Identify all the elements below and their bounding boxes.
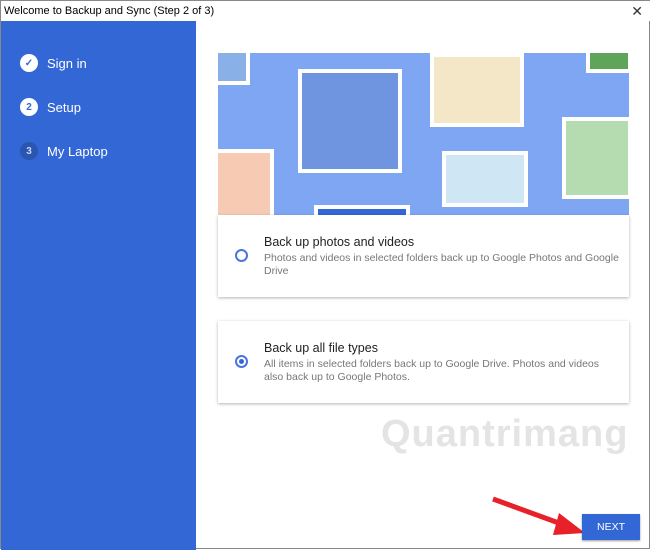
photos-illustration bbox=[218, 53, 629, 215]
photo-frame bbox=[562, 117, 629, 199]
option-all-file-types[interactable]: Back up all file types All items in sele… bbox=[218, 321, 629, 403]
close-icon[interactable]: ✕ bbox=[631, 3, 643, 20]
step-label: My Laptop bbox=[47, 143, 108, 159]
photo-frame bbox=[586, 53, 629, 73]
option-title: Back up photos and videos bbox=[264, 235, 415, 249]
photo-frame bbox=[218, 53, 250, 85]
step-number: 3 bbox=[20, 142, 38, 160]
step-label: Setup bbox=[47, 99, 81, 115]
next-button[interactable]: NEXT bbox=[582, 514, 640, 540]
photo-frame bbox=[442, 151, 528, 207]
step-label: Sign in bbox=[47, 55, 87, 71]
step-setup: 2 Setup bbox=[20, 98, 81, 116]
radio-all-file-types[interactable] bbox=[235, 355, 248, 368]
red-arrow-icon bbox=[492, 496, 585, 535]
radio-photos-videos[interactable] bbox=[235, 249, 248, 262]
option-photos-videos[interactable]: Back up photos and videos Photos and vid… bbox=[218, 215, 629, 297]
window-title: Welcome to Backup and Sync (Step 2 of 3) bbox=[4, 5, 215, 17]
option-description: Photos and videos in selected folders ba… bbox=[264, 252, 619, 277]
photo-frame bbox=[430, 53, 524, 127]
title-bar: Welcome to Backup and Sync (Step 2 of 3)… bbox=[1, 1, 650, 21]
step-my-laptop: 3 My Laptop bbox=[20, 142, 108, 160]
photo-frame bbox=[298, 69, 402, 173]
option-description: All items in selected folders back up to… bbox=[264, 358, 600, 383]
option-title: Back up all file types bbox=[264, 341, 378, 355]
step-number: 2 bbox=[20, 98, 38, 116]
photo-frame bbox=[314, 205, 410, 215]
check-icon: ✓ bbox=[20, 54, 38, 72]
watermark: Quantrimang bbox=[381, 413, 629, 455]
sidebar: ✓ Sign in 2 Setup 3 My Laptop bbox=[1, 21, 196, 550]
step-sign-in: ✓ Sign in bbox=[20, 54, 87, 72]
photo-frame bbox=[218, 149, 274, 215]
